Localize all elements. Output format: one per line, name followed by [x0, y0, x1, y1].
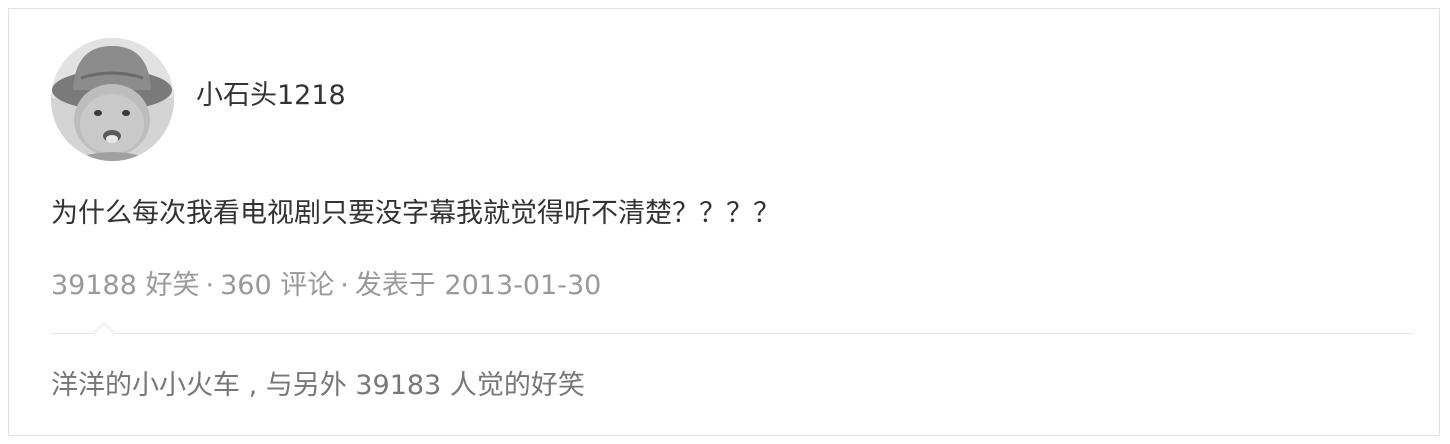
liked-by-user[interactable]: 洋洋的小小火车: [51, 370, 240, 401]
comments-count: 360: [220, 270, 272, 301]
author-avatar[interactable]: [51, 38, 174, 161]
meta-separator: ·: [340, 270, 349, 301]
published-label: 发表于: [354, 270, 436, 301]
liked-by-summary: 洋洋的小小火车 , 与另外 39183 人觉的好笑: [51, 368, 585, 404]
liked-by-count[interactable]: 39183: [355, 370, 441, 401]
meta-separator: ·: [205, 270, 215, 301]
funny-count: 39188: [51, 270, 137, 301]
comments-label[interactable]: 评论: [280, 270, 334, 301]
post-meta: 39188 好笑 · 360 评论 · 发表于 2013-01-30: [51, 268, 601, 304]
post-text: 为什么每次我看电视剧只要没字幕我就觉得听不清楚？？？？: [51, 198, 780, 229]
author-name[interactable]: 小石头1218: [196, 79, 346, 113]
child-photo-avatar-icon: [51, 38, 174, 161]
liked-by-rest: , 与另外: [240, 370, 356, 401]
pointer-caret-icon: [93, 322, 115, 344]
funny-label[interactable]: 好笑: [146, 270, 200, 301]
liked-by-suffix: 人觉的好笑: [441, 370, 585, 401]
post-card: 小石头1218 为什么每次我看电视剧只要没字幕我就觉得听不清楚？？？？ 3918…: [8, 8, 1440, 436]
published-date: 2013-01-30: [444, 270, 602, 301]
section-divider: [51, 333, 1413, 334]
